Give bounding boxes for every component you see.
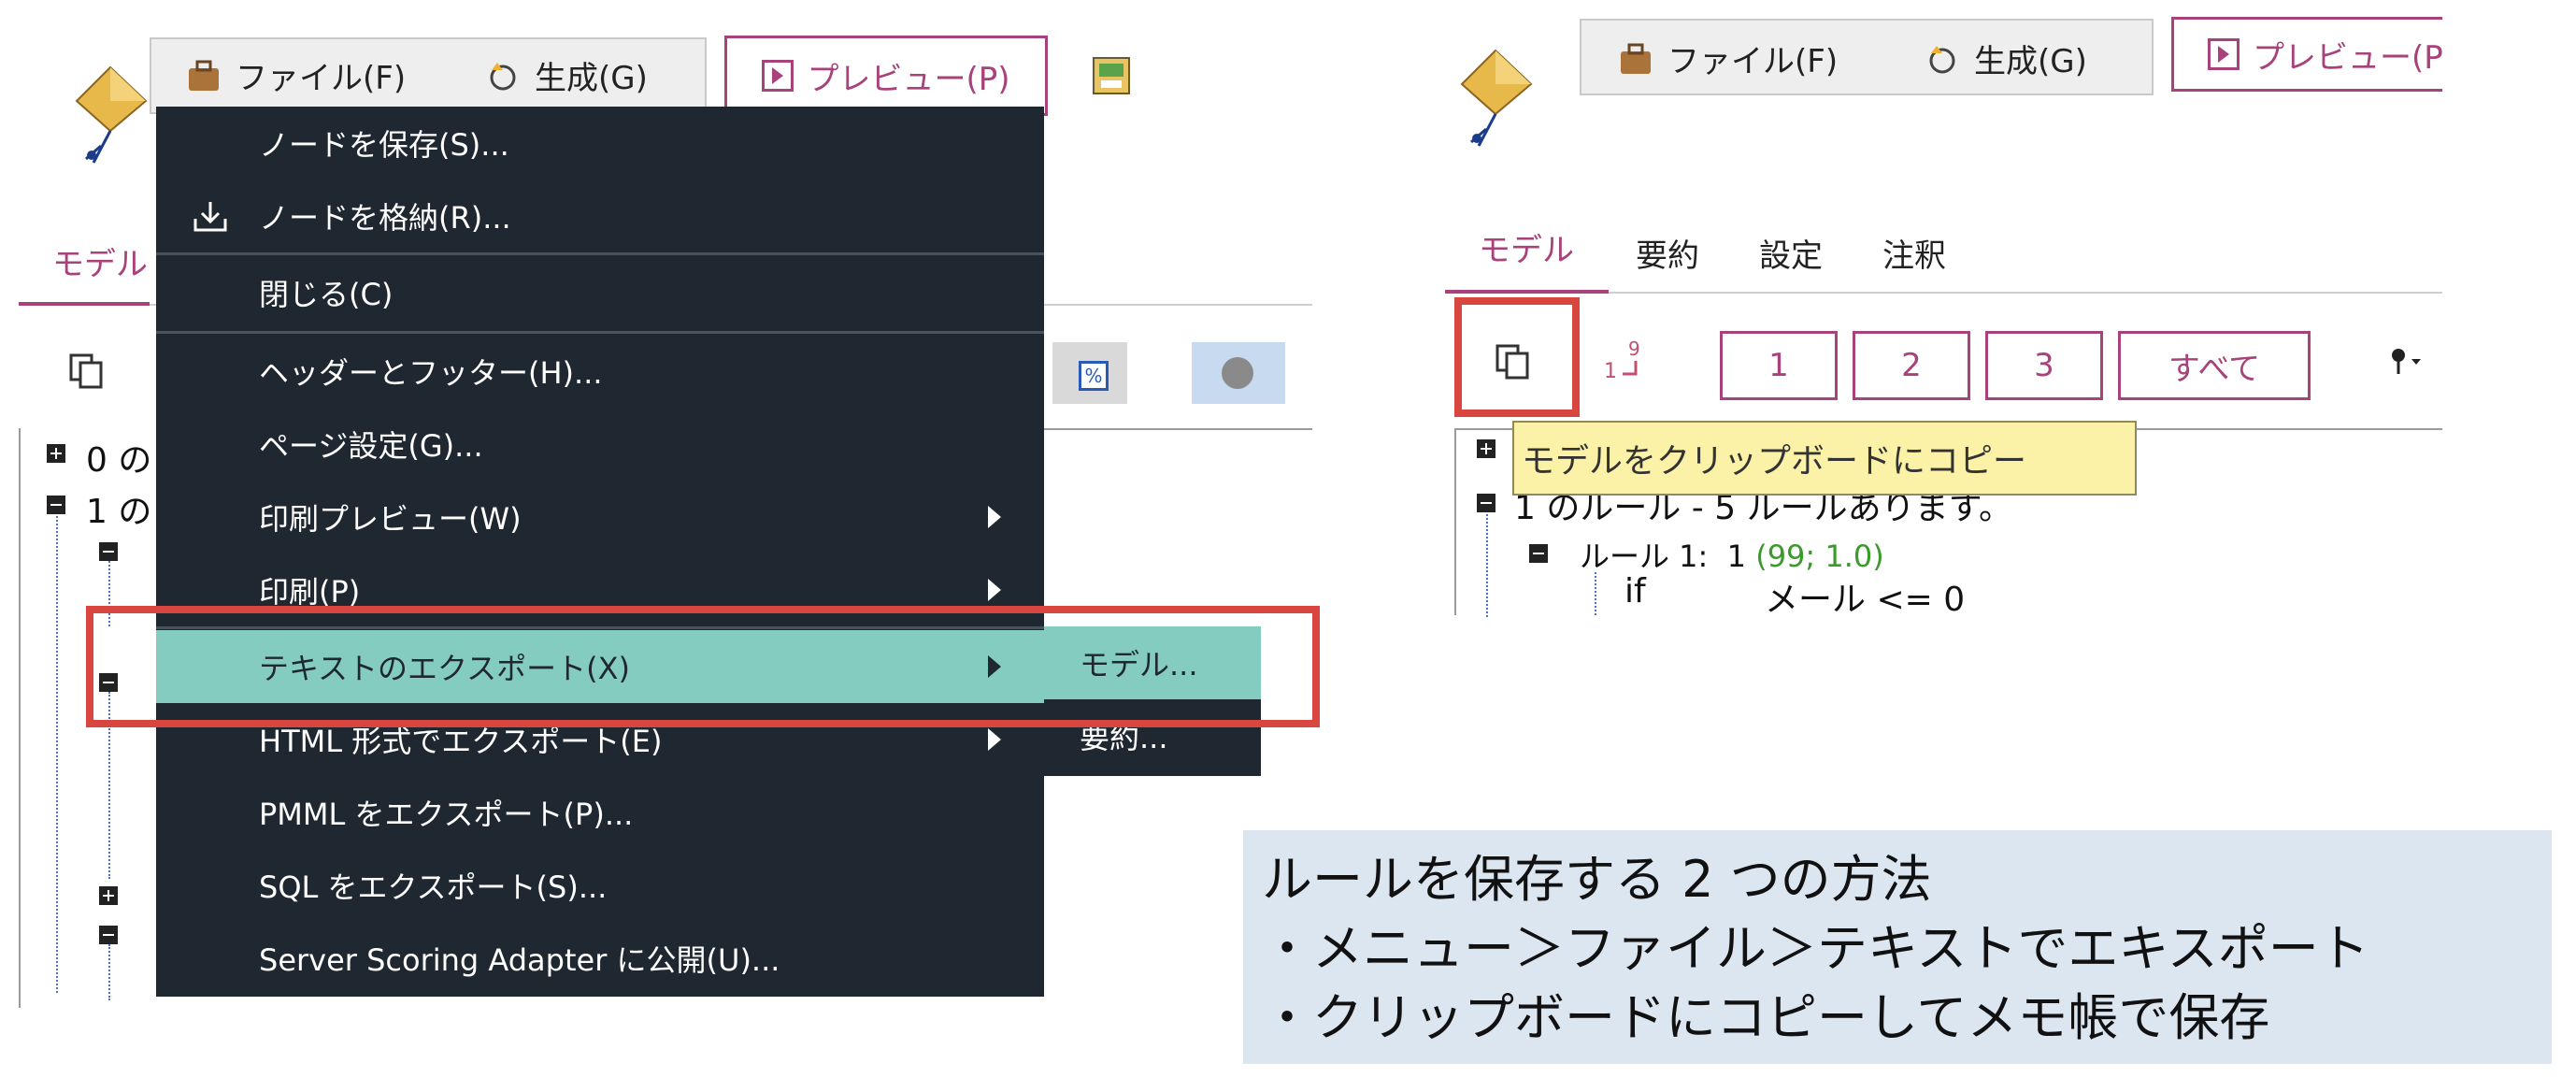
menu-item-label: PMML をエクスポート(P)... (259, 797, 634, 832)
rule-if-keyword: if (1624, 572, 1646, 611)
menu-item-label: ノードを格納(R)... (259, 200, 511, 236)
tree-collapse-icon[interactable] (99, 926, 118, 944)
left-generate-button[interactable]: 生成(G) (484, 52, 648, 98)
explanation-note: ルールを保存する 2 つの方法 ・メニュー＞ファイル＞テキストでエキスポート ・… (1243, 830, 2552, 1064)
menu-item-header-footer[interactable]: ヘッダーとフッター(H)... (156, 335, 1044, 408)
rule-button-2[interactable]: 2 (1853, 331, 1970, 400)
left-tree-node-0: 0 の (86, 441, 152, 480)
note-line-2: ・メニュー＞ファイル＞テキストでエキスポート (1262, 919, 2369, 978)
tree-collapse-icon[interactable] (1529, 544, 1548, 563)
menu-separator (156, 331, 1044, 334)
rule-stats: (99; 1.0) (1755, 539, 1884, 574)
submenu-arrow-icon (988, 728, 1001, 751)
left-info-button[interactable] (1192, 342, 1285, 404)
briefcase-icon (189, 60, 219, 91)
rule-value: 1 (1726, 539, 1747, 574)
right-generate-label: 生成(G) (1974, 43, 2087, 80)
tree-collapse-icon[interactable] (47, 496, 65, 514)
left-tab-model[interactable]: モデル (52, 238, 148, 284)
note-line-1: ルールを保存する 2 つの方法 (1262, 850, 1932, 909)
menu-item-label: Server Scoring Adapter に公開(U)... (259, 942, 780, 978)
right-tab-model[interactable]: モデル (1479, 224, 1574, 270)
menu-item-close[interactable]: 閉じる(C) (156, 256, 1044, 329)
app-logo-icon (1460, 49, 1533, 147)
right-tab-annotations[interactable]: 注釈 (1882, 230, 1946, 276)
left-tree-left-border (19, 428, 21, 1008)
pin-dropdown-icon[interactable] (2389, 346, 2426, 380)
tree-guide (1595, 572, 1596, 619)
left-preview-button[interactable]: プレビュー(P) (724, 36, 1048, 116)
tree-expand-icon[interactable] (47, 444, 65, 463)
rule-label: ルール 1: (1580, 539, 1709, 574)
left-tree-node-1: 1 の (86, 493, 152, 531)
menu-item-page-setup[interactable]: ページ設定(G)... (156, 408, 1044, 481)
menu-item-publish-ssa[interactable]: Server Scoring Adapter に公開(U)... (156, 922, 1044, 995)
generate-icon (490, 62, 516, 90)
info-icon (1222, 357, 1253, 389)
tree-guide (56, 516, 58, 993)
submenu-arrow-icon (988, 579, 1001, 601)
menu-item-store-node[interactable]: ノードを格納(R)... (156, 180, 1044, 252)
copy-icon[interactable] (67, 352, 107, 391)
export-app-icon[interactable] (1090, 54, 1135, 99)
right-tab-underline (1445, 290, 1609, 294)
svg-text:1: 1 (1604, 360, 1617, 383)
menu-item-save-node[interactable]: ノードを保存(S)... (156, 107, 1044, 180)
menu-item-print-preview[interactable]: 印刷プレビュー(W) (156, 481, 1044, 553)
left-file-label: ファイル(F) (236, 60, 407, 97)
right-tree-rule-1: ルール 1: 1 (99; 1.0) (1580, 533, 1884, 576)
right-tree-left-border (1454, 428, 1456, 615)
menu-item-export-sql[interactable]: SQL をエクスポート(S)... (156, 849, 1044, 922)
tree-collapse-icon[interactable] (99, 542, 118, 561)
play-icon (762, 60, 794, 92)
right-preview-button[interactable]: プレビュー(P) (2171, 17, 2442, 92)
left-generate-label: 生成(G) (535, 60, 648, 97)
right-file-menu-button[interactable]: ファイル(F) (1617, 36, 1838, 81)
app-logo-icon (75, 65, 148, 164)
briefcase-icon (1621, 43, 1651, 74)
right-tab-divider (1609, 292, 2442, 294)
copy-tooltip: モデルをクリップボードにコピー (1512, 421, 2137, 496)
left-percent-button[interactable]: % (1052, 342, 1127, 404)
percent-icon: % (1079, 361, 1109, 391)
left-preview-label: プレビュー(P) (807, 60, 1010, 98)
right-file-label: ファイル(F) (1667, 43, 1839, 80)
left-tree-border (1044, 428, 1312, 430)
left-tab-underline (19, 302, 150, 306)
right-preview-label: プレビュー(P) (2253, 38, 2442, 77)
menu-item-label: ヘッダーとフッター(H)... (259, 355, 603, 391)
right-generate-button[interactable]: 生成(G) (1924, 36, 2087, 81)
download-tray-icon (193, 202, 227, 232)
rule-button-3[interactable]: 3 (1985, 331, 2103, 400)
file-menu: ノードを保存(S)... ノードを格納(R)... 閉じる(C) ヘッダーとフッ… (156, 107, 1044, 997)
tree-guide (108, 944, 110, 1000)
tree-guide (1486, 514, 1488, 617)
menu-item-label: 印刷プレビュー(W) (259, 501, 522, 537)
play-icon (2208, 38, 2240, 70)
rule-condition: メール <= 0 (1765, 581, 1966, 619)
rule-button-all[interactable]: すべて (2118, 331, 2311, 400)
highlight-box-export (86, 606, 1320, 727)
tree-expand-icon[interactable] (99, 886, 118, 905)
menu-separator (156, 252, 1044, 255)
menu-item-label: 閉じる(C) (259, 277, 394, 312)
right-tab-summary[interactable]: 要約 (1636, 230, 1699, 276)
menu-item-label: SQL をエクスポート(S)... (259, 869, 608, 905)
tree-collapse-icon[interactable] (1477, 494, 1496, 512)
right-panel-cutoff (1454, 617, 2442, 626)
menu-item-export-pmml[interactable]: PMML をエクスポート(P)... (156, 776, 1044, 849)
sort-numbers-icon[interactable]: 1 9 (1600, 333, 1656, 389)
rule-button-1[interactable]: 1 (1720, 331, 1838, 400)
menu-item-label: ノードを保存(S)... (259, 127, 509, 163)
copy-icon[interactable] (1494, 342, 1535, 383)
note-line-3: ・クリップボードにコピーしてメモ帳で保存 (1262, 988, 2270, 1047)
tree-expand-icon[interactable] (1477, 439, 1496, 458)
left-file-menu-button[interactable]: ファイル(F) (185, 52, 406, 98)
menu-item-label: ページ設定(G)... (259, 428, 483, 464)
generate-icon (1929, 45, 1955, 73)
svg-text:9: 9 (1628, 338, 1640, 360)
submenu-arrow-icon (988, 506, 1001, 528)
right-tab-settings[interactable]: 設定 (1759, 230, 1823, 276)
